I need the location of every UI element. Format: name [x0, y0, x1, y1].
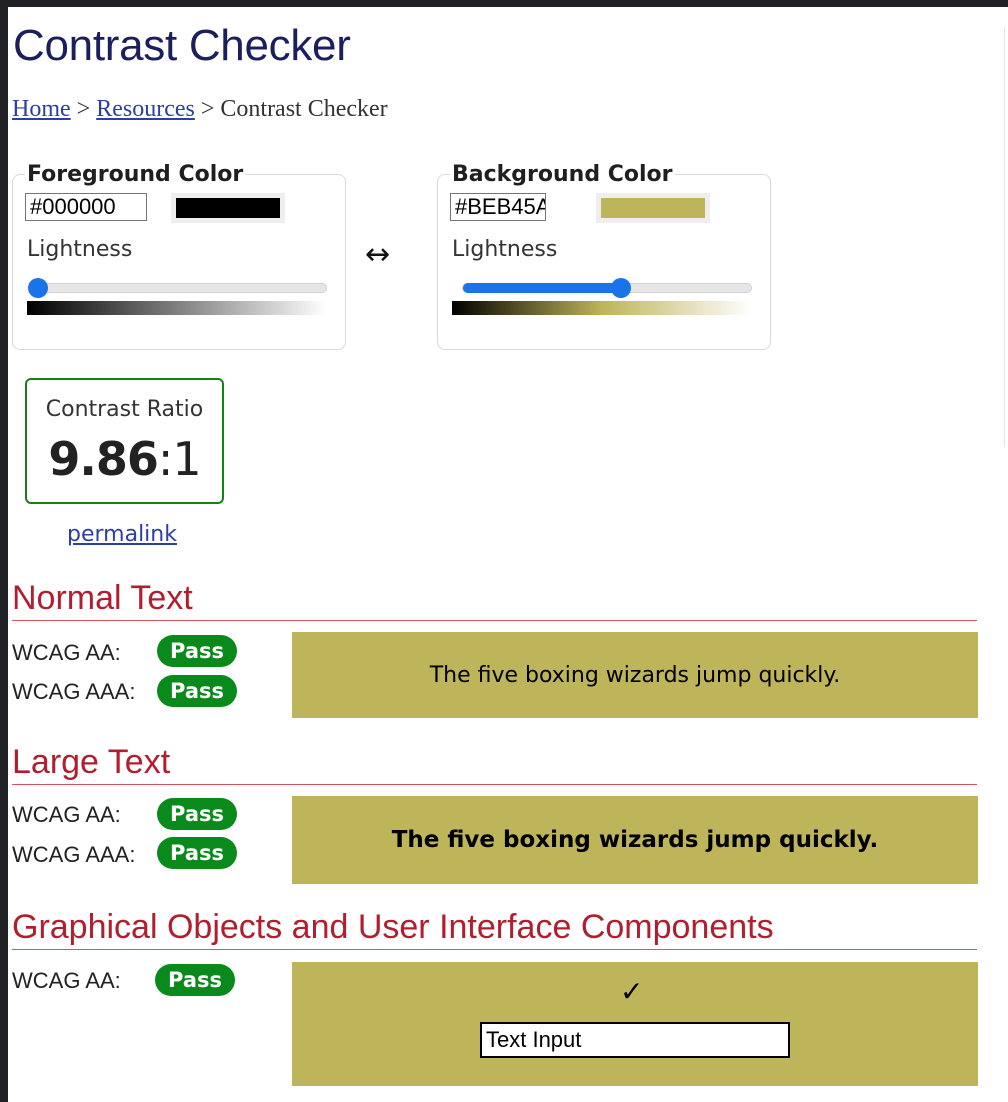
- large-text-sample-text: The five boxing wizards jump quickly.: [391, 827, 879, 853]
- foreground-slider-thumb[interactable]: [28, 278, 48, 298]
- large-aaa-label: WCAG AAA:: [12, 842, 136, 867]
- foreground-color-swatch: [176, 198, 280, 218]
- foreground-hex-input[interactable]: [25, 193, 147, 221]
- permalink-link[interactable]: permalink: [67, 522, 177, 547]
- breadcrumb-current: Contrast Checker: [220, 96, 388, 122]
- normal-text-sample-text: The five boxing wizards jump quickly.: [429, 662, 841, 688]
- foreground-color-panel: Foreground Color Lightness: [12, 162, 346, 350]
- breadcrumb-home-link[interactable]: Home: [12, 96, 71, 122]
- foreground-lightness-label: Lightness: [27, 237, 133, 262]
- normal-text-sample: The five boxing wizards jump quickly.: [292, 632, 978, 718]
- background-color-swatch: [601, 198, 705, 218]
- background-legend: Background Color: [452, 162, 673, 187]
- breadcrumb-separator: >: [200, 96, 215, 122]
- checkmark-icon: ✓: [620, 975, 644, 1008]
- large-text-heading: Large Text: [12, 742, 977, 785]
- breadcrumb-resources-link[interactable]: Resources: [96, 96, 195, 122]
- normal-aaa-label: WCAG AAA:: [12, 679, 136, 704]
- normal-aa-pass-badge: Pass: [157, 635, 237, 667]
- contrast-ratio-number: 9.86: [48, 432, 158, 486]
- sample-text-input[interactable]: [480, 1022, 790, 1058]
- graphical-objects-heading: Graphical Objects and User Interface Com…: [12, 907, 977, 950]
- foreground-lightness-slider[interactable]: [28, 278, 327, 298]
- background-color-panel: Background Color Lightness: [437, 162, 771, 350]
- contrast-ratio-box: Contrast Ratio 9.86:1: [25, 378, 224, 504]
- graphical-aa-pass-badge: Pass: [155, 964, 235, 996]
- contrast-ratio-value: 9.86:1: [27, 432, 222, 486]
- page-title: Contrast Checker: [13, 21, 351, 70]
- scrollbar-edge: [1004, 27, 1008, 447]
- background-hex-input[interactable]: [450, 193, 546, 221]
- large-aa-pass-badge: Pass: [157, 798, 237, 830]
- large-aa-label: WCAG AA:: [12, 802, 121, 827]
- foreground-lightness-gradient: [27, 301, 327, 315]
- background-slider-fill: [463, 283, 622, 293]
- breadcrumb-separator: >: [76, 96, 91, 122]
- background-lightness-gradient: [452, 301, 752, 315]
- foreground-legend: Foreground Color: [27, 162, 244, 187]
- swap-colors-icon[interactable]: ↔: [365, 237, 390, 272]
- normal-aaa-pass-badge: Pass: [157, 675, 237, 707]
- background-lightness-label: Lightness: [452, 237, 558, 262]
- contrast-checker-page: Contrast Checker Home > Resources > Contrast…: [8, 7, 1008, 1102]
- background-swatch-picker[interactable]: [596, 193, 710, 223]
- background-slider-thumb[interactable]: [611, 278, 632, 298]
- large-aaa-pass-badge: Pass: [157, 837, 237, 869]
- background-lightness-slider[interactable]: [462, 278, 752, 298]
- foreground-swatch-picker[interactable]: [171, 193, 285, 223]
- normal-text-heading: Normal Text: [12, 578, 977, 621]
- normal-aa-label: WCAG AA:: [12, 640, 121, 665]
- graphical-aa-label: WCAG AA:: [12, 968, 121, 993]
- breadcrumb: Home > Resources > Contrast Checker: [12, 96, 388, 123]
- large-text-sample: The five boxing wizards jump quickly.: [292, 796, 978, 884]
- contrast-ratio-label: Contrast Ratio: [45, 397, 204, 422]
- graphical-objects-sample: ✓: [292, 962, 978, 1086]
- contrast-ratio-suffix: :1: [157, 432, 202, 486]
